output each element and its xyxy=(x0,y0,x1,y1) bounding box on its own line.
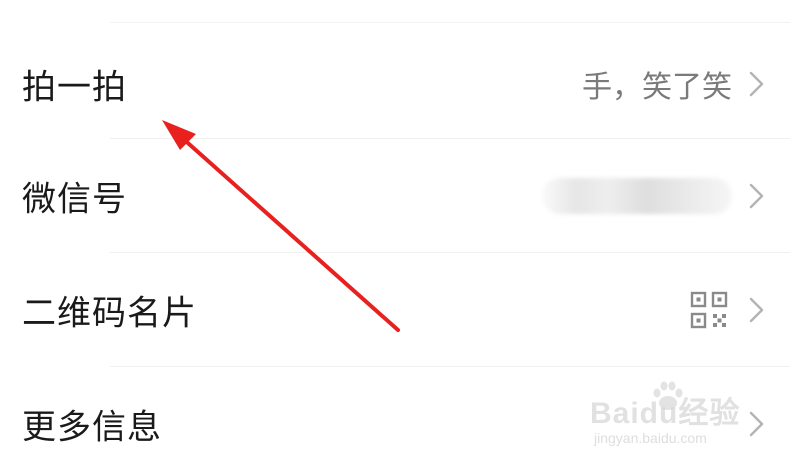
row-qr-card-label: 二维码名片 xyxy=(22,293,197,334)
row-pat-label: 拍一拍 xyxy=(22,67,127,108)
chevron-right-icon xyxy=(749,411,764,437)
row-divider xyxy=(110,252,790,253)
chevron-right-icon xyxy=(749,71,764,97)
row-wechat-id-label: 微信号 xyxy=(22,179,127,220)
chevron-right-icon xyxy=(749,297,764,323)
row-divider xyxy=(110,366,790,367)
chevron-right-icon xyxy=(749,183,764,209)
row-pat[interactable]: 拍一拍 手，笑了笑 xyxy=(0,28,790,140)
row-qr-card[interactable]: 二维码名片 xyxy=(0,254,790,366)
row-more-info-label: 更多信息 xyxy=(22,407,162,448)
row-divider xyxy=(110,138,790,139)
row-wechat-id[interactable]: 微信号 xyxy=(0,140,790,252)
row-more-info[interactable]: 更多信息 xyxy=(0,368,790,462)
qr-code-icon xyxy=(690,291,728,329)
blurred-wechat-id xyxy=(542,178,732,214)
profile-settings-screen: 拍一拍 手，笑了笑 微信号 二维码名片 更多信息 Baidu经验 jingyan… xyxy=(0,0,790,462)
top-divider xyxy=(110,22,790,23)
row-pat-value: 手，笑了笑 xyxy=(582,70,732,105)
